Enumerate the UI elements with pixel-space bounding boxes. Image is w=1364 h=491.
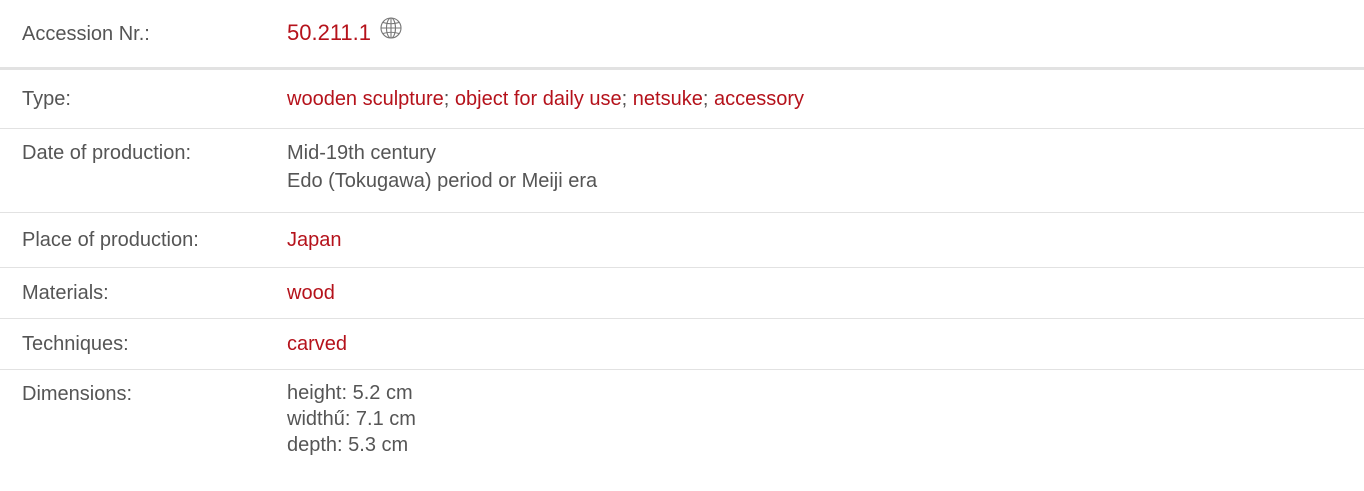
type-row: Type: wooden sculpture; object for daily… <box>0 70 1364 129</box>
place-value: Japan <box>287 226 1364 254</box>
type-label: Type: <box>22 88 71 110</box>
techniques-value: carved <box>287 330 1364 358</box>
type-value: wooden sculpture; object for daily use; … <box>287 85 1364 113</box>
accession-number-link[interactable]: 50.211.1 <box>287 20 371 45</box>
techniques-row: Techniques: carved <box>0 319 1364 370</box>
object-details-table: Accession Nr.: 50.211.1 Type: wooden scu… <box>0 0 1364 486</box>
materials-row: Materials: wood <box>0 268 1364 319</box>
place-row: Place of production: Japan <box>0 213 1364 268</box>
type-link-object-for-daily-use[interactable]: object for daily use <box>455 88 622 110</box>
dimension-height: height: 5.2 cm <box>287 382 413 404</box>
type-link-wooden-sculpture[interactable]: wooden sculpture <box>287 88 444 110</box>
dimensions-value: height: 5.2 cm widthű: 7.1 cm depth: 5.3… <box>287 380 1364 458</box>
type-separator: ; <box>702 88 714 110</box>
dimensions-row: Dimensions: height: 5.2 cm widthű: 7.1 c… <box>0 370 1364 486</box>
date-line-century: Mid-19th century <box>287 142 436 164</box>
date-row: Date of production: Mid-19th century Edo… <box>0 129 1364 213</box>
accession-value: 50.211.1 <box>287 16 1364 49</box>
materials-label: Materials: <box>22 282 109 304</box>
techniques-link-carved[interactable]: carved <box>287 333 347 355</box>
dimensions-label: Dimensions: <box>22 383 133 405</box>
accession-row: Accession Nr.: 50.211.1 <box>0 0 1364 70</box>
globe-icon[interactable] <box>379 16 403 48</box>
date-line-period: Edo (Tokugawa) period or Meiji era <box>287 170 598 192</box>
dimension-depth: depth: 5.3 cm <box>287 434 409 456</box>
date-value: Mid-19th century Edo (Tokugawa) period o… <box>287 139 1364 195</box>
type-separator: ; <box>443 88 455 110</box>
type-separator: ; <box>621 88 633 110</box>
place-link-japan[interactable]: Japan <box>287 229 342 251</box>
dimension-width: widthű: 7.1 cm <box>287 408 416 430</box>
type-link-accessory[interactable]: accessory <box>714 88 804 110</box>
type-link-netsuke[interactable]: netsuke <box>633 88 703 110</box>
place-label: Place of production: <box>22 229 199 251</box>
techniques-label: Techniques: <box>22 333 129 355</box>
date-label: Date of production: <box>22 142 191 164</box>
materials-value: wood <box>287 279 1364 307</box>
materials-link-wood[interactable]: wood <box>287 282 335 304</box>
accession-label: Accession Nr.: <box>22 22 150 45</box>
